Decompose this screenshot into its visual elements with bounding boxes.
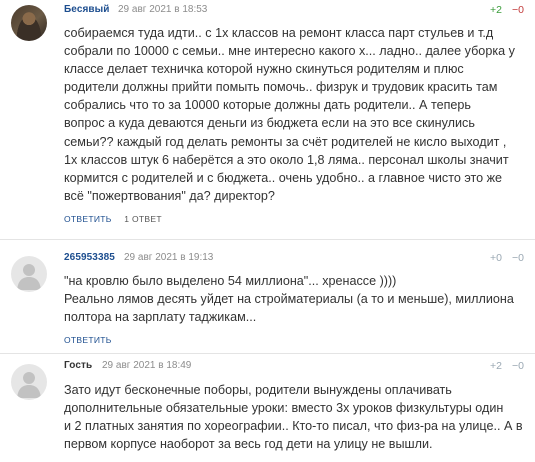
show-replies-button[interactable]: 1 ответ (124, 214, 162, 224)
comment-text: собираемся туда идти.. с 1х классов на р… (64, 26, 515, 203)
comment-text: Зато идут бесконечные поборы, родители в… (64, 383, 523, 452)
downvote-button[interactable]: −0 (512, 252, 524, 264)
upvote-button[interactable]: +2 (490, 4, 502, 16)
user-avatar[interactable] (11, 5, 47, 41)
comment-item: Бесявый 29 авг 2021 в 18:53 +2 −0 собира… (0, 0, 535, 226)
comment-date: 29 авг 2021 в 18:53 (118, 4, 208, 15)
comment-author[interactable]: 265953385 (64, 252, 115, 263)
comment-date: 29 авг 2021 в 18:49 (102, 360, 192, 371)
comment-actions: ответить 1 ответ (64, 214, 162, 224)
reply-button[interactable]: ответить (64, 335, 112, 345)
comment-text: "на кровлю было выделено 54 миллиона"...… (64, 274, 514, 325)
default-user-icon[interactable] (11, 364, 47, 400)
comment-item: 265953385 29 авг 2021 в 19:13 +0 −0 "на … (0, 240, 535, 350)
comment-author: Гость (64, 360, 93, 371)
default-user-icon[interactable] (11, 256, 47, 292)
comment-author[interactable]: Бесявый (64, 4, 110, 15)
comment-date: 29 авг 2021 в 19:13 (124, 252, 214, 263)
downvote-button[interactable]: −0 (512, 4, 524, 16)
upvote-button[interactable]: +0 (490, 252, 502, 264)
reply-button[interactable]: ответить (64, 214, 112, 224)
downvote-button[interactable]: −0 (512, 360, 524, 372)
comment-actions: ответить (64, 335, 112, 345)
comment-item: Гость 29 авг 2021 в 18:49 +2 −0 Зато иду… (0, 354, 535, 462)
upvote-button[interactable]: +2 (490, 360, 502, 372)
